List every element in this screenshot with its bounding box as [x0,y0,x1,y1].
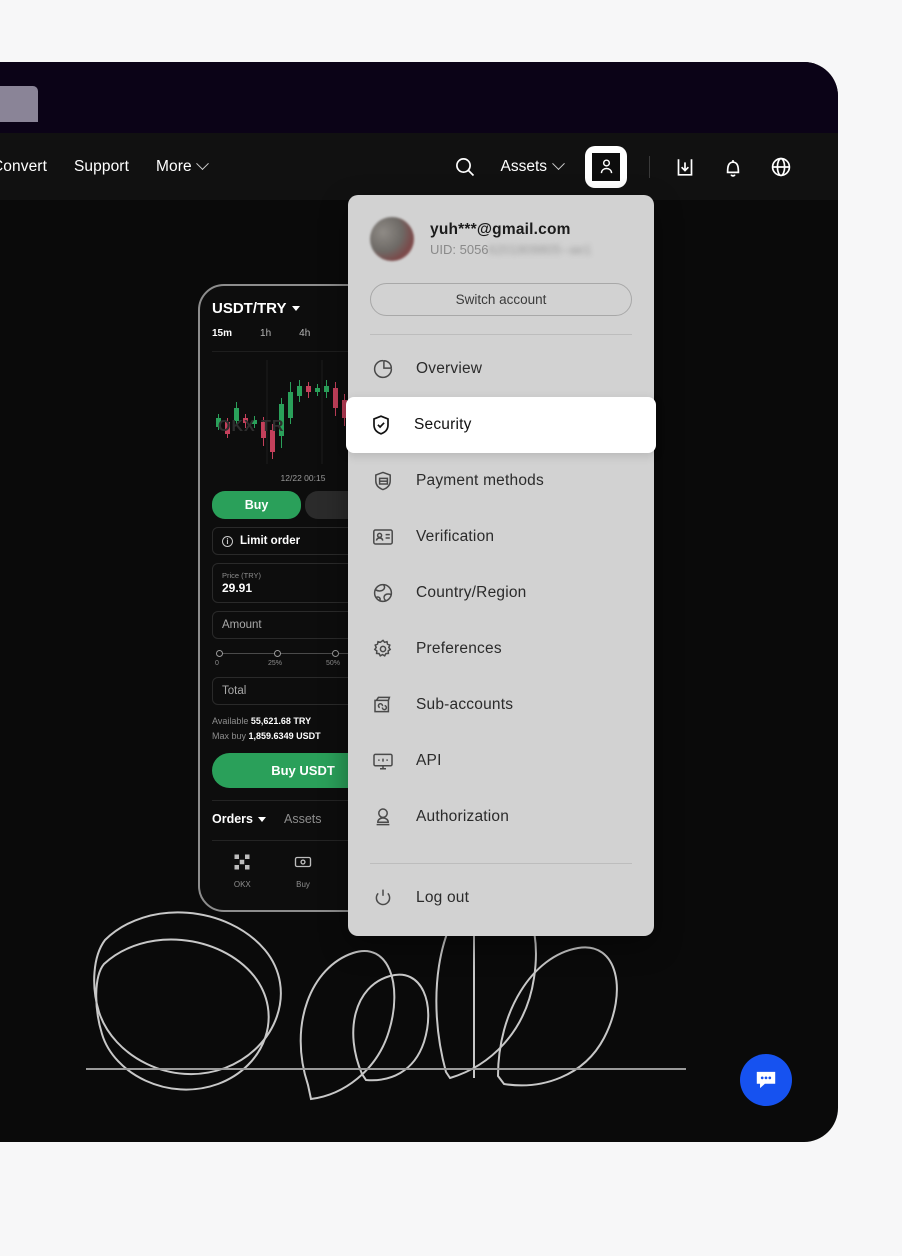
nav-links-group: Convert Support More [0,133,209,200]
switch-account-button[interactable]: Switch account [370,283,632,316]
chart-watermark: OKX TR [218,418,285,435]
nav-divider [649,155,650,178]
ground-line [86,1068,686,1070]
orders-tab[interactable]: Orders [212,812,266,826]
tab-okx-label: OKX [233,880,251,889]
tab-buy-label: Buy [296,880,310,889]
orders-tab-label: Orders [212,812,253,826]
download-icon[interactable] [672,154,698,180]
menu-item-api[interactable]: API [348,733,654,789]
chevron-down-icon [552,157,565,171]
menu-item-api-label: API [416,752,442,769]
max-buy-label: Max buy [212,731,247,741]
assets-tab[interactable]: Assets [284,812,322,826]
menu-item-preferences-label: Preferences [416,640,502,657]
slider-label-25: 25% [268,660,283,667]
nav-link-more-label: More [155,157,192,175]
pie-chart-icon [370,356,396,382]
browser-chrome-bar [0,62,838,133]
caret-down-icon [292,306,301,311]
user-text-block: yuh***@gmail.com UID: 5056 6201809805--a… [430,221,591,257]
menu-item-security-label: Security [414,416,472,433]
chat-bubble-icon [756,1071,776,1089]
caret-down-icon [258,816,266,822]
assets-menu-label: Assets [500,157,547,175]
info-icon: i [222,535,233,547]
menu-item-authorization[interactable]: Authorization [348,789,654,845]
user-uid-masked: 6201809805--ae1 [488,242,592,257]
id-card-icon [370,524,396,550]
globe-region-icon [370,580,396,606]
search-icon[interactable] [452,154,478,180]
user-uid: UID: 5056 6201809805--ae1 [430,242,591,257]
grid-dots-icon [234,854,250,870]
menu-item-overview[interactable]: Overview [348,341,654,397]
authorization-person-icon [370,804,396,830]
menu-item-country-region[interactable]: Country/Region [348,565,654,621]
timeframe-4h[interactable]: 4h [299,328,310,339]
menu-item-payment-methods-label: Payment methods [416,472,544,489]
dropdown-menu-list: Overview Security Payment methods Verifi… [346,335,656,845]
nav-link-convert-label: Convert [0,157,47,175]
browser-tab[interactable] [0,86,38,122]
nav-link-convert[interactable]: Convert [0,158,47,176]
bell-icon[interactable] [720,154,746,180]
payment-card-shield-icon [370,468,396,494]
slider-handle-0[interactable] [216,650,223,657]
menu-item-preferences[interactable]: Preferences [348,621,654,677]
slider-handle-50[interactable] [332,650,339,657]
nav-link-more[interactable]: More [155,157,209,176]
screenshot-root: Convert Support More Assets [0,0,902,1256]
nav-link-support-label: Support [73,157,129,175]
account-menu-button[interactable] [585,145,627,188]
timeframe-1h[interactable]: 1h [260,328,271,339]
tab-buy[interactable]: Buy [273,853,334,889]
available-label: Available [212,716,249,726]
chat-support-button[interactable] [740,1054,792,1106]
globe-icon[interactable] [768,154,794,180]
account-icon-frame [592,152,620,181]
sub-accounts-icon [370,692,396,718]
menu-item-sub-accounts[interactable]: Sub-accounts [348,677,654,733]
nav-link-support[interactable]: Support [74,158,129,176]
buy-tab[interactable]: Buy [212,491,301,519]
account-dropdown-menu: yuh***@gmail.com UID: 5056 6201809805--a… [346,195,656,936]
user-email: yuh***@gmail.com [430,221,571,238]
assets-menu-button[interactable]: Assets [500,157,565,176]
menu-item-verification-label: Verification [416,528,495,545]
dropdown-logout-section: Log out [348,864,654,926]
gear-icon [370,636,396,662]
menu-item-authorization-label: Authorization [416,808,510,825]
max-buy-value: 1,859.6349 USDT [248,731,321,741]
banknote-icon [294,856,312,868]
slider-label-0: 0 [215,660,219,667]
tab-okx[interactable]: OKX [212,853,273,889]
user-avatar-icon [600,159,612,174]
menu-item-verification[interactable]: Verification [348,509,654,565]
slider-handle-25[interactable] [274,650,281,657]
menu-item-logout[interactable]: Log out [348,870,654,926]
nav-actions-group: Assets [452,133,794,200]
menu-item-sub-accounts-label: Sub-accounts [416,696,514,713]
available-value: 55,621.68 TRY [250,716,312,726]
shield-check-icon [368,412,394,438]
avatar [370,217,414,261]
menu-item-security[interactable]: Security [346,397,656,453]
menu-item-payment-methods[interactable]: Payment methods [348,453,654,509]
top-navigation-bar: Convert Support More Assets [0,133,838,200]
timeframe-15m[interactable]: 15m [212,328,232,339]
chevron-down-icon [195,157,209,171]
menu-item-overview-label: Overview [416,360,483,377]
dropdown-user-header: yuh***@gmail.com UID: 5056 6201809805--a… [348,195,654,261]
trading-pair-label: USDT/TRY [212,300,287,317]
menu-item-country-region-label: Country/Region [416,584,527,601]
api-monitor-icon [370,748,396,774]
slider-label-50: 50% [326,660,341,667]
menu-item-logout-label: Log out [416,889,470,906]
order-type-label: Limit order [240,535,301,547]
user-uid-prefix: UID: 5056 [430,242,489,257]
power-icon [370,885,396,911]
